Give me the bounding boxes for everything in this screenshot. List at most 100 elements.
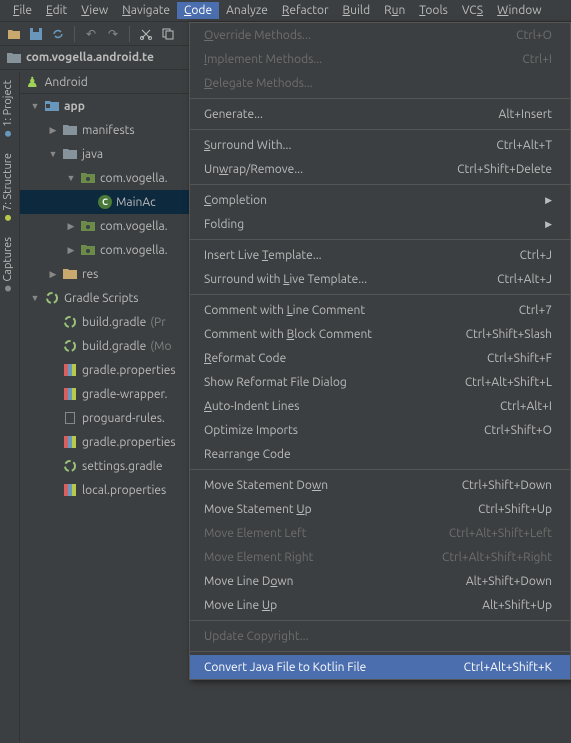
res-folder-icon xyxy=(62,266,78,282)
collapse-arrow-icon[interactable]: ▼ xyxy=(66,173,76,183)
menu-shortcut: Ctrl+Alt+Shift+Right xyxy=(442,551,552,564)
collapse-arrow-icon[interactable]: ▼ xyxy=(30,293,40,303)
menu-analyze[interactable]: Analyze xyxy=(219,2,275,19)
toolbar-separator xyxy=(74,26,75,42)
menu-run[interactable]: Run xyxy=(377,2,412,19)
side-tab-structure[interactable]: 7: Structure xyxy=(0,145,16,229)
menu-item-move-element-right: Move Element Right Ctrl+Alt+Shift+Right xyxy=(190,545,570,569)
breadcrumb-text[interactable]: com.vogella.android.te xyxy=(26,51,154,64)
menu-item-label: Reformat Code xyxy=(204,352,286,365)
expand-arrow-icon[interactable]: ▶ xyxy=(48,269,58,280)
tree-label: build.gradle xyxy=(82,340,146,353)
menu-shortcut: Ctrl+J xyxy=(520,249,552,262)
menu-separator xyxy=(190,651,570,652)
menu-separator xyxy=(190,239,570,240)
menu-separator xyxy=(190,469,570,470)
copy-icon[interactable] xyxy=(160,26,176,42)
collapse-arrow-icon[interactable]: ▼ xyxy=(30,101,40,111)
gradle-file-icon xyxy=(62,338,78,354)
gradle-file-icon xyxy=(62,314,78,330)
package-icon xyxy=(80,242,96,258)
tree-label: build.gradle xyxy=(82,316,146,329)
save-icon[interactable] xyxy=(28,26,44,42)
menu-item-label: Auto-Indent Lines xyxy=(204,400,299,413)
menu-item-label: Move Element Left xyxy=(204,527,306,540)
redo-icon[interactable]: ↷ xyxy=(105,26,121,42)
properties-icon xyxy=(62,362,78,378)
menu-item-unwrap-remove[interactable]: Unwrap/Remove...Ctrl+Shift+Delete xyxy=(190,157,570,181)
menu-item-update-copyright: Update Copyright... xyxy=(190,624,570,648)
menu-item-surround-with[interactable]: Surround With... Ctrl+Alt+T xyxy=(190,133,570,157)
open-icon[interactable] xyxy=(6,26,22,42)
menu-item-label: Implement Methods... xyxy=(204,53,322,66)
cut-icon[interactable] xyxy=(138,26,154,42)
menu-item-insert-live-template[interactable]: Insert Live Template... Ctrl+J xyxy=(190,243,570,267)
menu-item-label: Comment with Block Comment xyxy=(204,328,372,341)
menu-item-surround-with-live-template[interactable]: Surround with Live Template...Ctrl+Alt+J xyxy=(190,267,570,291)
menu-shortcut: Ctrl+Alt+Shift+K xyxy=(464,661,552,674)
menu-item-convert-java-file-to-kotlin-file[interactable]: Convert Java File to Kotlin FileCtrl+Alt… xyxy=(190,655,570,679)
menu-file[interactable]: File xyxy=(6,2,39,19)
menu-item-label: Surround With... xyxy=(204,139,291,152)
menu-edit[interactable]: Edit xyxy=(39,2,74,19)
expand-arrow-icon[interactable]: ▶ xyxy=(48,125,58,136)
module-icon xyxy=(44,98,60,114)
menu-shortcut: Ctrl+O xyxy=(516,29,552,42)
toolbar-separator xyxy=(129,26,130,42)
menu-item-move-line-down[interactable]: Move Line DownAlt+Shift+Down xyxy=(190,569,570,593)
menu-shortcut: Ctrl+Shift+Slash xyxy=(466,328,552,341)
menu-item-rearrange-code[interactable]: Rearrange Code xyxy=(190,442,570,466)
menu-item-optimize-imports[interactable]: Optimize ImportsCtrl+Shift+O xyxy=(190,418,570,442)
menu-item-label: Rearrange Code xyxy=(204,448,291,461)
menu-shortcut: Ctrl+Alt+I xyxy=(500,400,552,413)
side-tab-captures[interactable]: Captures xyxy=(0,229,16,299)
menu-item-generate[interactable]: Generate...Alt+Insert xyxy=(190,102,570,126)
menu-item-label: Comment with Line Comment xyxy=(204,304,365,317)
tree-label: com.vogella. xyxy=(100,172,168,185)
tree-label: gradle.properties xyxy=(82,364,176,377)
tree-label: proguard-rules. xyxy=(82,412,165,425)
menu-code[interactable]: Code xyxy=(177,2,219,19)
menu-refactor[interactable]: Refactor xyxy=(275,2,336,19)
menu-vcs[interactable]: VCS xyxy=(455,2,490,19)
undo-icon[interactable]: ↶ xyxy=(83,26,99,42)
menu-item-move-statement-down[interactable]: Move Statement DownCtrl+Shift+Down xyxy=(190,473,570,497)
folder-icon xyxy=(6,50,22,66)
menu-item-label: Delegate Methods... xyxy=(204,77,313,90)
menu-shortcut: Ctrl+Alt+T xyxy=(496,139,552,152)
menu-item-comment-with-line-comment[interactable]: Comment with Line Comment Ctrl+7 xyxy=(190,298,570,322)
menu-tools[interactable]: Tools xyxy=(412,2,455,19)
menu-item-folding[interactable]: Folding▶ xyxy=(190,212,570,236)
menu-item-move-line-up[interactable]: Move Line Up Alt+Shift+Up xyxy=(190,593,570,617)
menu-item-auto-indent-lines[interactable]: Auto-Indent Lines Ctrl+Alt+I xyxy=(190,394,570,418)
tree-suffix: (Mo xyxy=(150,340,171,353)
menu-view[interactable]: View xyxy=(74,2,115,19)
menu-item-label: Generate... xyxy=(204,108,263,121)
side-tab-project[interactable]: 1: Project xyxy=(0,72,16,145)
menu-item-label: Move Line Down xyxy=(204,575,294,588)
collapse-arrow-icon[interactable]: ▼ xyxy=(48,149,58,159)
menu-shortcut: Ctrl+Shift+Down xyxy=(462,479,552,492)
menu-item-show-reformat-file-dialog[interactable]: Show Reformat File DialogCtrl+Alt+Shift+… xyxy=(190,370,570,394)
tree-label: MainAc xyxy=(116,196,156,209)
tree-label: res xyxy=(82,268,98,281)
menu-shortcut: Ctrl+7 xyxy=(519,304,552,317)
expand-arrow-icon[interactable]: ▶ xyxy=(66,221,76,232)
menu-item-label: Move Element Right xyxy=(204,551,313,564)
menu-item-move-element-left: Move Element LeftCtrl+Alt+Shift+Left xyxy=(190,521,570,545)
menu-item-label: Move Statement Up xyxy=(204,503,312,516)
menu-shortcut: Alt+Shift+Up xyxy=(482,599,552,612)
properties-icon xyxy=(62,482,78,498)
menu-item-move-statement-up[interactable]: Move Statement UpCtrl+Shift+Up xyxy=(190,497,570,521)
menu-build[interactable]: Build xyxy=(336,2,378,19)
menu-item-completion[interactable]: Completion▶ xyxy=(190,188,570,212)
menu-item-label: Insert Live Template... xyxy=(204,249,322,262)
menu-window[interactable]: Window xyxy=(490,2,548,19)
menu-item-comment-with-block-comment[interactable]: Comment with Block Comment Ctrl+Shift+Sla… xyxy=(190,322,570,346)
menu-item-label: Move Line Up xyxy=(204,599,277,612)
menu-item-reformat-code[interactable]: Reformat CodeCtrl+Shift+F xyxy=(190,346,570,370)
sync-icon[interactable] xyxy=(50,26,66,42)
menu-navigate[interactable]: Navigate xyxy=(115,2,177,19)
expand-arrow-icon[interactable]: ▶ xyxy=(66,245,76,256)
tree-label: Gradle Scripts xyxy=(64,292,138,305)
